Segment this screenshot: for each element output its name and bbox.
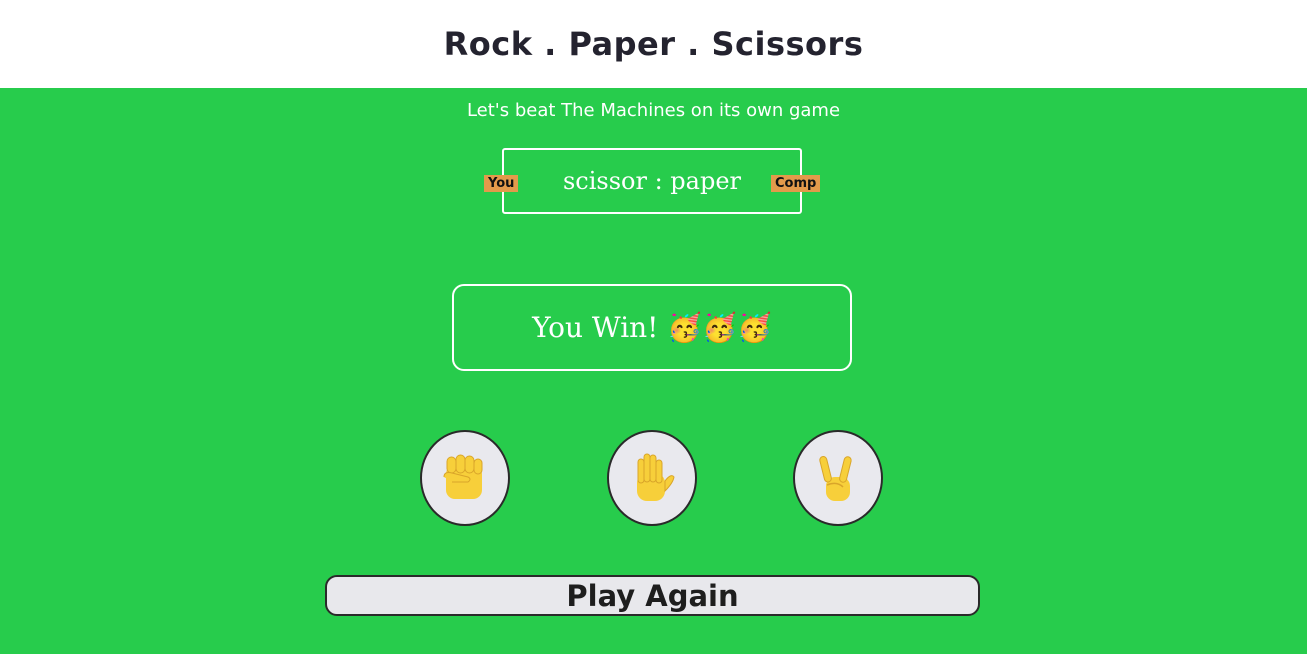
scissors-button[interactable]	[793, 430, 883, 526]
score-box: scissor : paper	[502, 148, 802, 214]
page-title: Rock . Paper . Scissors	[443, 25, 864, 63]
you-badge: You	[484, 175, 519, 192]
rock-button[interactable]	[420, 430, 510, 526]
raised-hand-icon	[637, 453, 675, 501]
header: Rock . Paper . Scissors	[0, 0, 1307, 88]
comp-badge: Comp	[771, 175, 821, 192]
score-text: scissor : paper	[562, 167, 742, 195]
result-box: You Win! 🥳🥳🥳	[452, 284, 852, 371]
result-text: You Win! 🥳🥳🥳	[532, 311, 772, 344]
victory-hand-icon	[819, 456, 852, 501]
play-again-button[interactable]: Play Again	[325, 575, 980, 616]
paper-button[interactable]	[607, 430, 697, 526]
raised-fist-icon	[443, 454, 483, 499]
subtitle: Let's beat The Machines on its own game	[466, 100, 841, 121]
